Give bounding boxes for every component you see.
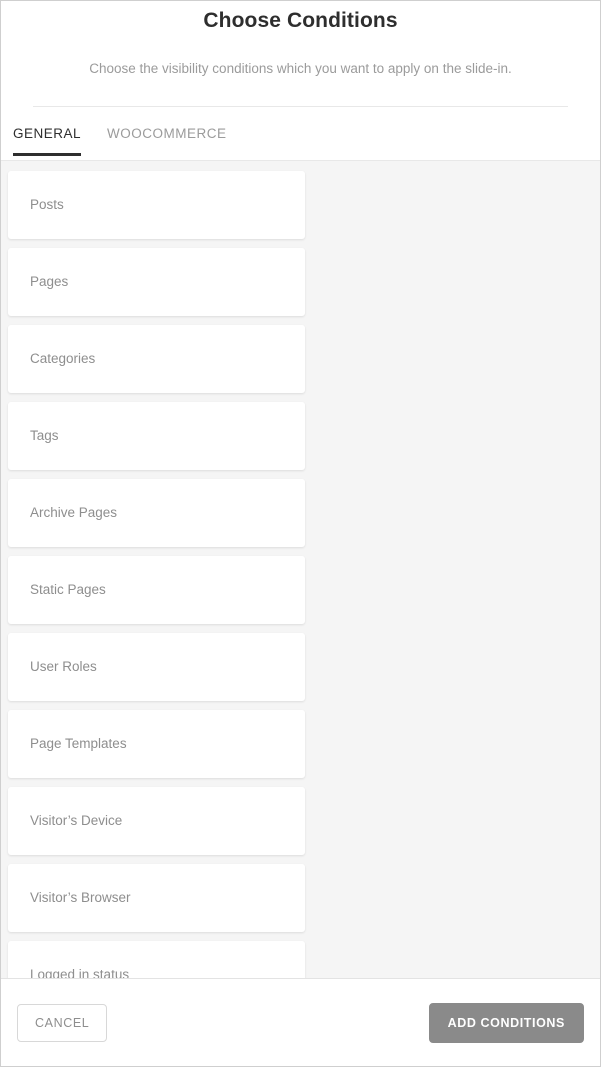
condition-card[interactable]: Logged in status: [8, 941, 305, 978]
conditions-grid: Posts Pages Categories Tags Archive Pages Sta…: [8, 171, 593, 978]
condition-card-label: Static Pages: [30, 582, 106, 597]
modal-subtitle: Choose the visibility conditions which y…: [89, 61, 512, 76]
tab-woocommerce[interactable]: WOOCOMMERCE: [107, 107, 227, 141]
conditions-panel: Posts Pages Categories Tags Archive Pages Sta…: [1, 160, 600, 978]
add-conditions-button[interactable]: ADD CONDITIONS: [428, 1002, 584, 1043]
condition-card[interactable]: Visitor’s Browser: [8, 864, 305, 932]
condition-card-label: Pages: [30, 274, 69, 289]
choose-conditions-modal: Choose Conditions Choose the visibility …: [0, 0, 601, 1067]
condition-card-label: Logged in status: [30, 967, 130, 978]
condition-card[interactable]: Static Pages: [8, 556, 305, 624]
condition-card[interactable]: Page Templates: [8, 710, 305, 778]
condition-card-label: Categories: [30, 351, 96, 366]
cancel-button[interactable]: CANCEL: [17, 1003, 108, 1042]
modal-footer: CANCEL ADD CONDITIONS: [1, 978, 600, 1066]
tab-general[interactable]: GENERAL: [13, 107, 82, 156]
condition-card[interactable]: Visitor’s Device: [8, 787, 305, 855]
condition-card-label: Posts: [30, 197, 64, 212]
condition-card[interactable]: User Roles: [8, 633, 305, 701]
condition-card-label: User Roles: [30, 659, 97, 674]
condition-card[interactable]: Tags: [8, 402, 305, 470]
condition-card[interactable]: Pages: [8, 248, 305, 316]
condition-card-label: Visitor’s Browser: [30, 890, 131, 905]
condition-card-label: Visitor’s Device: [30, 813, 123, 828]
condition-card-label: Page Templates: [30, 736, 127, 751]
page-title: Choose Conditions: [203, 9, 398, 32]
modal-header: Choose Conditions Choose the visibility …: [1, 1, 600, 107]
condition-card[interactable]: Archive Pages: [8, 479, 305, 547]
condition-card[interactable]: Posts: [8, 171, 305, 239]
condition-card[interactable]: Categories: [8, 325, 305, 393]
tab-bar: GENERAL WOOCOMMERCE: [1, 107, 600, 160]
condition-card-label: Tags: [30, 428, 59, 443]
condition-card-label: Archive Pages: [30, 505, 118, 520]
